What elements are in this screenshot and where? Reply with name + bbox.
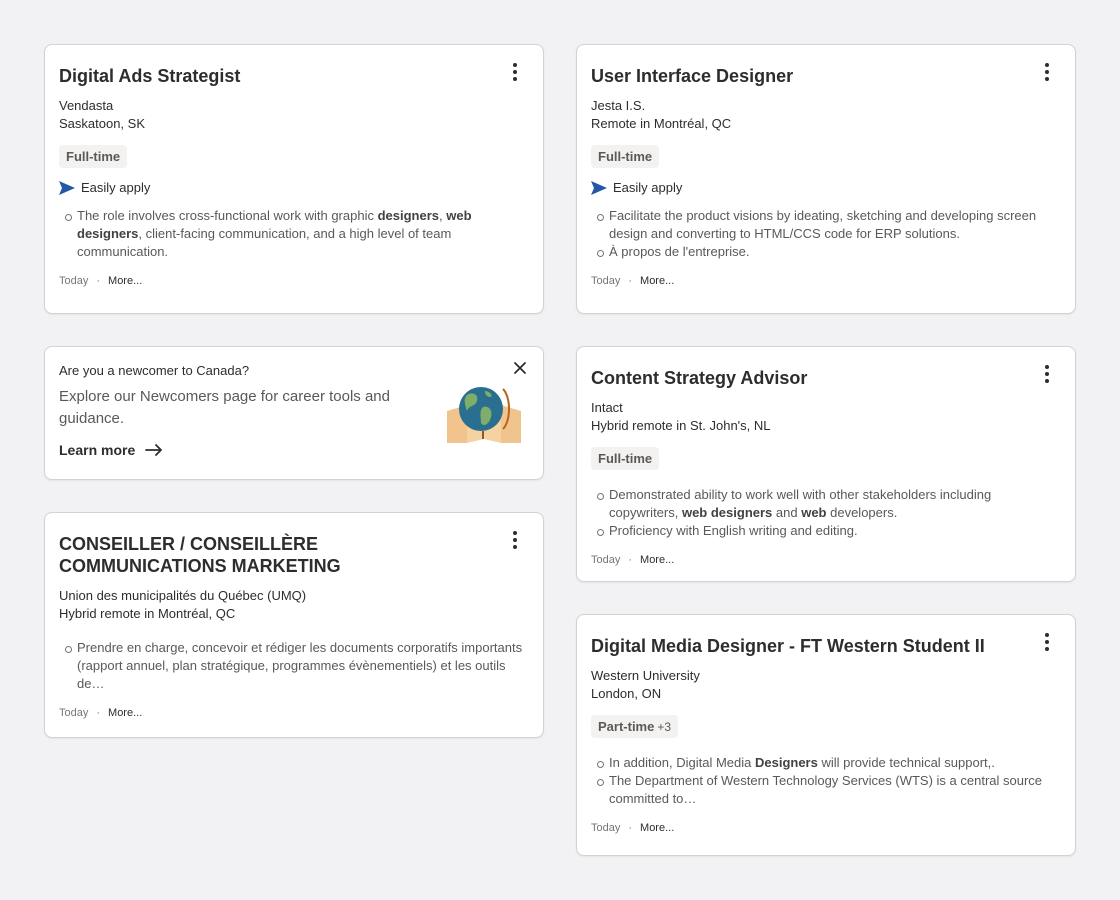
easily-apply: Easily apply [591, 180, 1061, 195]
job-location: Hybrid remote in Montréal, QC [59, 606, 236, 621]
promo-text: Explore our Newcomers page for career to… [59, 388, 390, 427]
easily-apply: Easily apply [59, 180, 529, 195]
company-name: Intact [591, 400, 623, 415]
company-name: Western University [591, 668, 700, 683]
close-icon[interactable] [513, 361, 527, 375]
newcomers-promo-card: Are you a newcomer to Canada? Explore ou… [44, 346, 544, 480]
company-name: Vendasta [59, 98, 114, 113]
snippet-bullet: À propos de l'entreprise. [591, 243, 1061, 261]
highlighted-keyword: Designers [754, 755, 818, 770]
posted-date: Today [591, 822, 621, 834]
snippet-text: In addition, Digital Media [609, 755, 755, 770]
snippet-bullet: Demonstrated ability to work well with o… [591, 486, 1061, 522]
separator-dot: · [628, 822, 633, 834]
company-name: Jesta I.S. [591, 98, 646, 113]
easily-apply-label: Easily apply [613, 180, 683, 195]
posted-date: Today [59, 707, 89, 719]
job-card-conseiller-communications-marketing[interactable]: CONSEILLER / CONSEILLÈRE COMMUNICATIONS … [44, 512, 544, 738]
snippet-bullet: Prendre en charge, concevoir et rédiger … [59, 639, 529, 693]
more-link[interactable]: More... [108, 707, 142, 719]
more-link[interactable]: More... [108, 275, 142, 287]
more-link[interactable]: More... [640, 554, 674, 566]
job-location: Hybrid remote in St. John's, NL [591, 418, 771, 433]
learn-more-label: Learn more [59, 442, 136, 458]
snippet-text: Proficiency with English writing and edi… [609, 523, 858, 538]
snippet-text: and [772, 505, 802, 520]
more-options-icon[interactable] [507, 61, 523, 83]
job-snippet: Prendre en charge, concevoir et rédiger … [59, 639, 529, 693]
separator-dot: · [628, 554, 633, 566]
job-type-label: Part-time [598, 719, 655, 734]
snippet-bullet: Facilitate the product visions by ideati… [591, 207, 1061, 243]
job-card-digital-ads-strategist[interactable]: Digital Ads Strategist Vendasta Saskatoo… [44, 44, 544, 314]
snippet-text: Facilitate the product visions by ideati… [609, 208, 1037, 241]
job-location: Remote in Montréal, QC [591, 116, 732, 131]
job-type-badge: Full-time [591, 145, 660, 168]
job-snippet: Facilitate the product visions by ideati… [591, 207, 1061, 261]
separator-dot: · [96, 275, 101, 287]
job-footer: Today · More... [591, 275, 1061, 287]
snippet-text: The Department of Western Technology Ser… [609, 773, 1043, 806]
snippet-text: À propos de l'entreprise. [609, 244, 750, 259]
job-snippet: In addition, Digital Media Designers wil… [591, 754, 1061, 808]
job-card-digital-media-designer[interactable]: Digital Media Designer - FT Western Stud… [576, 614, 1076, 856]
more-link[interactable]: More... [640, 275, 674, 287]
job-title[interactable]: CONSEILLER / CONSEILLÈRE COMMUNICATIONS … [59, 533, 529, 577]
more-options-icon[interactable] [1039, 631, 1055, 653]
highlighted-keyword: web designers [681, 505, 773, 520]
job-footer: Today · More... [59, 275, 529, 287]
promo-question: Are you a newcomer to Canada? [59, 363, 250, 378]
snippet-text: Prendre en charge, concevoir et rédiger … [77, 640, 523, 691]
more-options-icon[interactable] [1039, 363, 1055, 385]
job-snippet: The role involves cross-functional work … [59, 207, 529, 261]
globe-illustration-icon [447, 387, 521, 443]
job-footer: Today · More... [591, 822, 1061, 834]
job-card-content-strategy-advisor[interactable]: Content Strategy Advisor Intact Hybrid r… [576, 346, 1076, 582]
separator-dot: · [628, 275, 633, 287]
snippet-bullet: The role involves cross-functional work … [59, 207, 529, 261]
job-location: London, ON [591, 686, 662, 701]
posted-date: Today [591, 554, 621, 566]
job-title[interactable]: Content Strategy Advisor [591, 367, 1061, 389]
highlighted-keyword: web [801, 505, 827, 520]
job-type-badge: Full-time [591, 447, 660, 470]
snippet-bullet: Proficiency with English writing and edi… [591, 522, 1061, 540]
highlighted-keyword: designers [377, 208, 439, 223]
job-type-badge: Full-time [59, 145, 128, 168]
more-options-icon[interactable] [507, 529, 523, 551]
job-card-user-interface-designer[interactable]: User Interface Designer Jesta I.S. Remot… [576, 44, 1076, 314]
job-footer: Today · More... [591, 554, 1061, 566]
snippet-text: The role involves cross-functional work … [77, 208, 378, 223]
posted-date: Today [591, 275, 621, 287]
more-options-icon[interactable] [1039, 61, 1055, 83]
job-title[interactable]: Digital Media Designer - FT Western Stud… [591, 635, 1061, 657]
job-type-badge: Part-time +3 [591, 715, 679, 738]
more-link[interactable]: More... [640, 822, 674, 834]
snippet-bullet: The Department of Western Technology Ser… [591, 772, 1061, 808]
easily-apply-label: Easily apply [81, 180, 151, 195]
separator-dot: · [96, 707, 101, 719]
company-name: Union des municipalités du Québec (UMQ) [59, 588, 307, 603]
job-type-extra-count: +3 [657, 720, 672, 734]
snippet-text: will provide technical support,. [817, 755, 995, 770]
posted-date: Today [59, 275, 89, 287]
job-footer: Today · More... [59, 707, 529, 719]
arrow-right-icon [145, 444, 163, 456]
snippet-bullet: In addition, Digital Media Designers wil… [591, 754, 1061, 772]
send-icon [59, 180, 75, 195]
snippet-text: developers. [826, 505, 898, 520]
job-snippet: Demonstrated ability to work well with o… [591, 486, 1061, 540]
job-title[interactable]: User Interface Designer [591, 65, 1061, 87]
send-icon [591, 180, 607, 195]
job-location: Saskatoon, SK [59, 116, 145, 131]
job-title[interactable]: Digital Ads Strategist [59, 65, 529, 87]
